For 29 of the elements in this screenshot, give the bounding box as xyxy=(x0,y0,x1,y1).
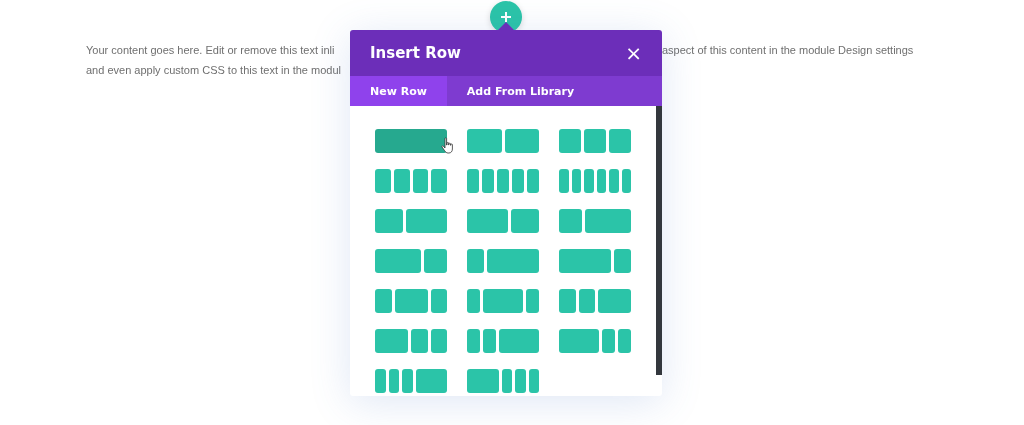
column-layout-option[interactable] xyxy=(467,129,539,153)
body-text: aspect of this content in the module Design settings xyxy=(662,43,914,58)
column-layout-option[interactable] xyxy=(375,289,447,313)
column-layout-option[interactable] xyxy=(467,329,539,353)
column-layout-option[interactable] xyxy=(559,329,631,353)
column-layout-option[interactable] xyxy=(467,209,539,233)
column-layout-option[interactable] xyxy=(559,169,631,193)
column-layout-option[interactable] xyxy=(375,169,447,193)
column-layout-option[interactable] xyxy=(467,289,539,313)
column-layout-option[interactable] xyxy=(375,369,447,393)
plus-icon xyxy=(501,12,511,22)
column-layout-option[interactable] xyxy=(467,169,539,193)
column-layout-option[interactable] xyxy=(375,209,447,233)
scrollbar[interactable] xyxy=(656,106,662,375)
column-layout-option[interactable] xyxy=(375,329,447,353)
tab[interactable]: Add From Library xyxy=(446,76,595,106)
tab[interactable]: New Row xyxy=(350,76,447,106)
column-layout-option[interactable] xyxy=(559,249,631,273)
hand-cursor-icon xyxy=(441,137,455,154)
body-text: and even apply custom CSS to this text in the modul xyxy=(86,63,342,78)
column-layout-option[interactable] xyxy=(467,369,539,393)
close-button[interactable]: × xyxy=(625,43,642,63)
column-layout-option[interactable] xyxy=(559,209,631,233)
column-layout-option[interactable] xyxy=(467,249,539,273)
column-layout-option[interactable] xyxy=(559,129,631,153)
dialog-title: Insert Row xyxy=(370,44,461,62)
column-layout-option[interactable] xyxy=(559,289,631,313)
column-layout-option[interactable] xyxy=(375,249,447,273)
body-text: Your content goes here. Edit or remove this text inli xyxy=(86,43,336,58)
